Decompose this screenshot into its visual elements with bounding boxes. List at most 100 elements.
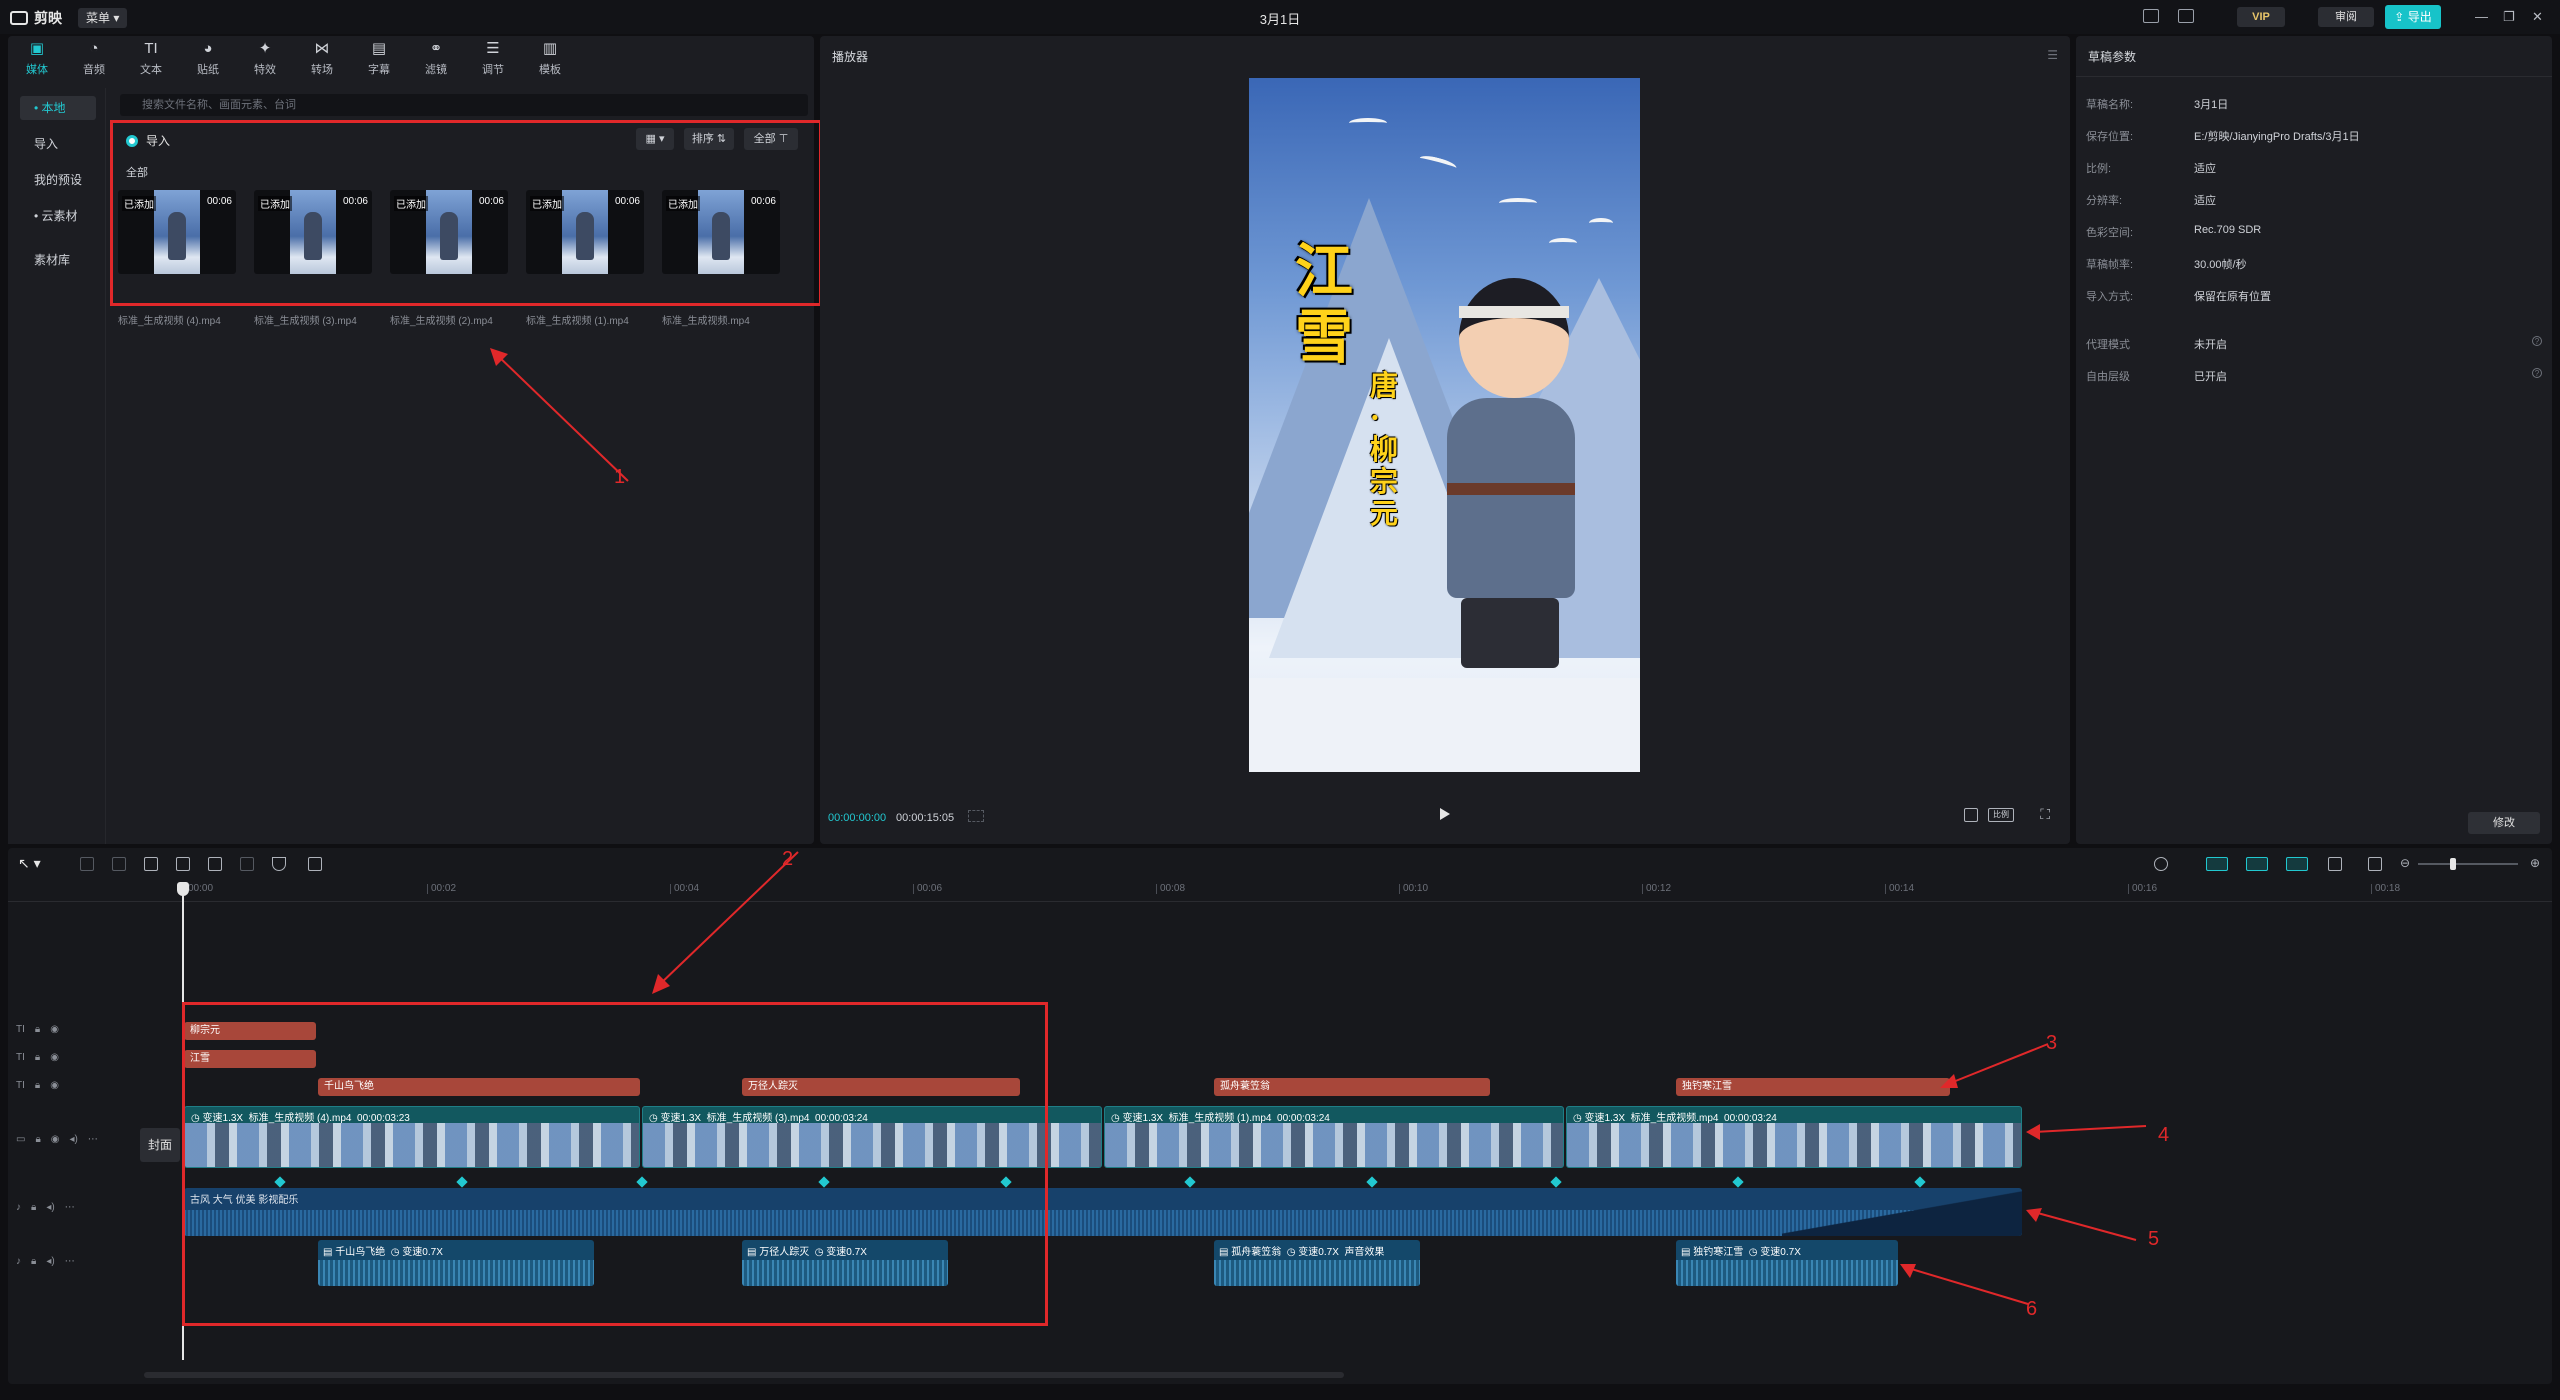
sidenav-presets[interactable]: 我的预设 <box>20 168 96 192</box>
lock-icon[interactable]: 🔒︎ <box>35 1052 40 1063</box>
tab-media[interactable]: ▣ 媒体 <box>12 40 62 77</box>
tab-adjust[interactable]: ☰ 调节 <box>468 40 518 77</box>
trim-left-icon[interactable] <box>176 857 190 871</box>
microphone-icon[interactable] <box>2154 857 2168 871</box>
modify-button[interactable]: 修改 <box>2468 812 2540 834</box>
zoom-slider[interactable] <box>2418 863 2518 865</box>
fit-timeline-icon[interactable] <box>2368 857 2382 871</box>
keyframe-marker[interactable] <box>1366 1176 1378 1188</box>
lock-icon[interactable]: 🔒︎ <box>35 1134 40 1145</box>
text-track-controls[interactable]: TI 🔒︎ ◉ <box>16 1080 59 1091</box>
keyframe-marker[interactable] <box>1184 1176 1196 1188</box>
tab-audio[interactable]: ◔ 音频 <box>69 40 119 77</box>
select-cursor-icon[interactable]: ↖ ▾ <box>18 855 41 872</box>
tab-label: 字幕 <box>368 64 390 76</box>
eye-icon[interactable]: ◉ <box>50 1080 59 1091</box>
prop-label: 导入方式: <box>2086 291 2134 303</box>
audio-waveform <box>1676 1260 1898 1286</box>
shield-icon[interactable] <box>272 857 286 871</box>
review-button[interactable]: 审阅 <box>2318 7 2374 27</box>
volume-icon[interactable]: ◂) <box>46 1202 54 1213</box>
volume-icon[interactable]: ◂) <box>46 1256 54 1267</box>
text-track-controls[interactable]: TI 🔒︎ ◉ <box>16 1024 59 1035</box>
vip-badge[interactable]: VIP <box>2237 7 2285 27</box>
zoom-slider-handle[interactable] <box>2450 858 2456 870</box>
trim-right-icon[interactable] <box>208 857 222 871</box>
tab-filter[interactable]: ⚭ 滤镜 <box>411 40 461 77</box>
fullscreen-icon[interactable]: ⛶ <box>2040 806 2050 823</box>
sidenav-library[interactable]: 素材库 <box>20 248 96 272</box>
help-icon[interactable]: ? <box>2532 368 2542 378</box>
prop-label: 草稿帧率: <box>2086 259 2134 271</box>
text-clip[interactable]: 孤舟蓑笠翁 <box>1214 1078 1490 1096</box>
ratio-button[interactable]: 比例 <box>1988 808 2014 822</box>
tab-template[interactable]: ▥ 模板 <box>525 40 575 77</box>
text-clip[interactable]: 独钓寒江雪 <box>1676 1078 1950 1096</box>
timecode-toggle-icon[interactable] <box>968 810 984 822</box>
video-clip[interactable]: ◷ 变速1.3X 标准_生成视频 (1).mp4 00:00:03:24 <box>1104 1106 1564 1168</box>
sidenav-cloud[interactable]: • 云素材 <box>20 204 96 228</box>
close-icon[interactable]: ✕ <box>2532 9 2543 25</box>
tab-label: 文本 <box>140 64 162 76</box>
timeline-ruler[interactable]: 00:00 00:02 00:04 00:06 00:08 00:10 00:1… <box>8 880 2552 902</box>
voice-clip-label: ▤ 独钓寒江雪 ◷ 变速0.7X <box>1681 1247 1801 1258</box>
media-panel: ▣ 媒体 ◔ 音频 TI 文本 ◕ 贴纸 ✦ 特效 ⋈ 转场 ▤ 字幕 ⚭ 滤镜 ☰ 调节 ▥ 模板… <box>8 36 822 844</box>
video-preview[interactable]: 江雪 唐·柳宗元 <box>1249 78 1640 772</box>
restore-icon[interactable]: ❐ <box>2503 9 2515 25</box>
keyframe-marker[interactable] <box>1914 1176 1926 1188</box>
tab-sticker[interactable]: ◕ 贴纸 <box>183 40 233 77</box>
split-icon[interactable] <box>144 857 158 871</box>
keyframe-marker[interactable] <box>1732 1176 1744 1188</box>
zoom-out-icon[interactable]: ⊖ <box>2400 856 2410 870</box>
help-icon[interactable]: ? <box>2532 336 2542 346</box>
lock-icon[interactable]: 🔒︎ <box>31 1202 36 1213</box>
media-sidenav: • 本地 导入 我的预设 • 云素材 素材库 <box>8 88 106 844</box>
layout-icon[interactable] <box>2143 9 2159 23</box>
play-icon[interactable] <box>1440 808 1450 820</box>
voice-track-controls[interactable]: ♪ 🔒︎ ◂) ⋯ <box>16 1256 75 1267</box>
video-track-controls[interactable]: ▭ 🔒︎ ◉ ◂) ⋯ <box>16 1134 98 1145</box>
screenshot-icon[interactable] <box>1964 808 1978 822</box>
linkage-icon[interactable] <box>2286 857 2308 871</box>
music-track-controls[interactable]: ♪ 🔒︎ ◂) ⋯ <box>16 1202 75 1213</box>
app-name: 剪映 <box>34 10 62 26</box>
tab-transition[interactable]: ⋈ 转场 <box>297 40 347 77</box>
prop-value: 保留在原有位置 <box>2194 291 2271 303</box>
media-search-input[interactable]: 搜索文件名称、画面元素、台词 <box>120 94 808 116</box>
text-track-controls[interactable]: TI 🔒︎ ◉ <box>16 1052 59 1063</box>
tab-text[interactable]: TI 文本 <box>126 40 176 77</box>
more-icon[interactable]: ⋯ <box>88 1134 98 1145</box>
player-menu-icon[interactable]: ☰ <box>2047 48 2058 62</box>
smart-crop-icon[interactable] <box>308 857 322 871</box>
zoom-in-icon[interactable]: ⊕ <box>2530 856 2540 870</box>
auto-snap-icon[interactable] <box>2246 857 2268 871</box>
delete-icon[interactable] <box>240 857 254 871</box>
keyframe-marker[interactable] <box>1550 1176 1562 1188</box>
sidenav-local[interactable]: • 本地 <box>20 96 96 120</box>
layout-switch-icon[interactable] <box>2178 9 2194 23</box>
menu-button[interactable]: 菜单 ▾ <box>78 8 128 28</box>
tab-effects[interactable]: ✦ 特效 <box>240 40 290 77</box>
lock-icon[interactable]: 🔒︎ <box>35 1080 40 1091</box>
tab-caption[interactable]: ▤ 字幕 <box>354 40 404 77</box>
main-track-magnet-icon[interactable] <box>2206 857 2228 871</box>
cover-button[interactable]: 封面 <box>140 1128 180 1162</box>
redo-icon[interactable] <box>112 857 126 871</box>
eye-icon[interactable]: ◉ <box>50 1052 59 1063</box>
more-icon[interactable]: ⋯ <box>65 1202 75 1213</box>
preview-axis-icon[interactable] <box>2328 857 2342 871</box>
timeline-scrollbar[interactable] <box>144 1372 1344 1378</box>
voice-clip[interactable]: ▤ 孤舟蓑笠翁 ◷ 变速0.7X 声音效果 <box>1214 1240 1420 1286</box>
voice-clip[interactable]: ▤ 独钓寒江雪 ◷ 变速0.7X <box>1676 1240 1898 1286</box>
volume-icon[interactable]: ◂) <box>70 1134 78 1145</box>
lock-icon[interactable]: 🔒︎ <box>31 1256 36 1267</box>
lock-icon[interactable]: 🔒︎ <box>35 1024 40 1035</box>
video-clip[interactable]: ◷ 变速1.3X 标准_生成视频.mp4 00:00:03:24 <box>1566 1106 2022 1168</box>
eye-icon[interactable]: ◉ <box>51 1134 60 1145</box>
eye-icon[interactable]: ◉ <box>50 1024 59 1035</box>
sidenav-import[interactable]: 导入 <box>20 132 96 156</box>
minimize-icon[interactable]: — <box>2475 9 2488 24</box>
more-icon[interactable]: ⋯ <box>65 1256 75 1267</box>
undo-icon[interactable] <box>80 857 94 871</box>
export-button[interactable]: ⇪ 导出 <box>2385 5 2441 29</box>
